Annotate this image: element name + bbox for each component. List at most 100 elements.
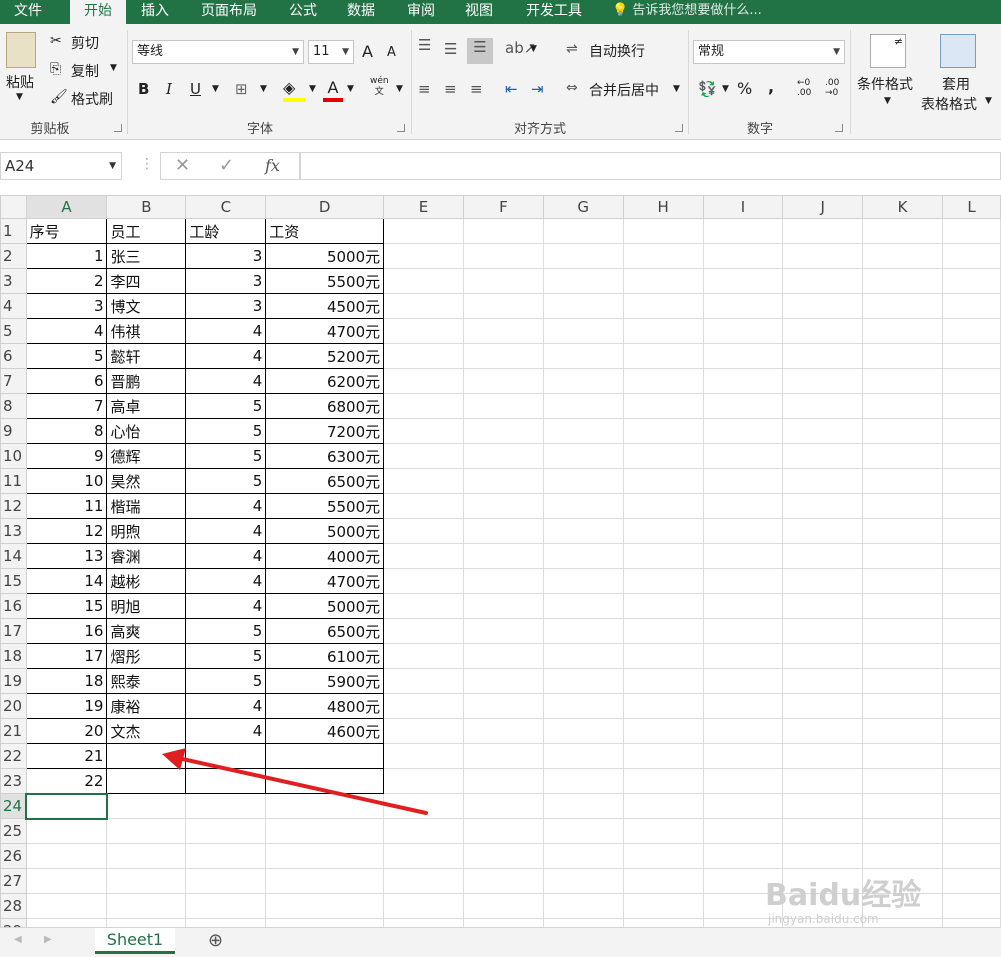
cell[interactable] xyxy=(622,368,704,394)
grow-font-button[interactable]: A xyxy=(362,42,373,61)
number-launcher-icon[interactable] xyxy=(835,124,843,132)
cell[interactable] xyxy=(622,443,704,469)
chevron-down-icon[interactable]: ▼ xyxy=(212,84,219,94)
cell[interactable] xyxy=(622,418,704,444)
cell[interactable] xyxy=(383,843,464,869)
cell[interactable] xyxy=(862,593,943,619)
cell[interactable]: 17 xyxy=(25,643,108,669)
cell[interactable]: 5 xyxy=(185,668,267,694)
cell[interactable]: 5000元 xyxy=(265,593,385,619)
cell[interactable] xyxy=(383,393,464,419)
cell[interactable] xyxy=(542,568,624,594)
cell[interactable]: 10 xyxy=(25,468,108,494)
cell[interactable] xyxy=(782,243,864,269)
cell[interactable]: 6500元 xyxy=(265,468,385,494)
cell[interactable] xyxy=(782,793,864,819)
cell[interactable] xyxy=(542,368,624,394)
cell[interactable] xyxy=(942,693,1001,719)
name-box[interactable]: A24 ▼ xyxy=(0,152,122,180)
row-header[interactable]: 2 xyxy=(0,243,27,269)
cell[interactable]: 4 xyxy=(185,493,267,519)
cell[interactable] xyxy=(702,768,784,794)
table-format-button[interactable]: 表格格式 xyxy=(921,94,977,114)
cell[interactable]: 工资 xyxy=(265,218,385,244)
cell[interactable] xyxy=(462,518,544,544)
font-color-button[interactable]: A xyxy=(323,78,343,102)
cell[interactable]: 5 xyxy=(185,643,267,669)
cell[interactable] xyxy=(622,718,704,744)
cell[interactable] xyxy=(942,268,1001,294)
cell[interactable] xyxy=(782,468,864,494)
cell[interactable] xyxy=(622,768,704,794)
cell[interactable] xyxy=(383,543,464,569)
cell[interactable] xyxy=(622,343,704,369)
cell[interactable] xyxy=(462,618,544,644)
cell[interactable]: 7200元 xyxy=(265,418,385,444)
cell[interactable] xyxy=(862,293,943,319)
select-all-corner[interactable] xyxy=(0,195,27,219)
cell[interactable]: 4800元 xyxy=(265,693,385,719)
cell[interactable] xyxy=(942,518,1001,544)
cell[interactable] xyxy=(106,918,187,927)
cell[interactable] xyxy=(383,918,464,927)
cell[interactable]: 明煦 xyxy=(106,518,187,544)
cell[interactable] xyxy=(462,868,544,894)
column-header-j[interactable]: J xyxy=(782,195,864,219)
cell[interactable]: 越彬 xyxy=(106,568,187,594)
cell[interactable] xyxy=(942,718,1001,744)
cell[interactable]: 4700元 xyxy=(265,568,385,594)
cell[interactable]: 5000元 xyxy=(265,518,385,544)
cell[interactable]: 2 xyxy=(25,268,108,294)
cell[interactable] xyxy=(782,443,864,469)
align-center-icon[interactable]: ≡ xyxy=(444,80,457,98)
row-header[interactable]: 5 xyxy=(0,318,27,344)
cell[interactable] xyxy=(622,543,704,569)
cancel-icon[interactable]: ✕ xyxy=(175,155,190,176)
cell[interactable] xyxy=(862,618,943,644)
cell[interactable] xyxy=(462,468,544,494)
cell[interactable] xyxy=(622,843,704,869)
cell[interactable] xyxy=(542,243,624,269)
cell[interactable] xyxy=(782,568,864,594)
cell[interactable]: 14 xyxy=(25,568,108,594)
cell[interactable] xyxy=(542,218,624,244)
cell[interactable] xyxy=(462,643,544,669)
cell[interactable]: 6500元 xyxy=(265,618,385,644)
cell[interactable] xyxy=(462,843,544,869)
cell[interactable] xyxy=(383,443,464,469)
cell[interactable] xyxy=(702,243,784,269)
cell[interactable] xyxy=(782,643,864,669)
cell[interactable] xyxy=(622,293,704,319)
cell[interactable] xyxy=(942,743,1001,769)
cell[interactable] xyxy=(862,218,943,244)
cell[interactable] xyxy=(383,893,464,919)
cell[interactable]: 4700元 xyxy=(265,318,385,344)
cell[interactable] xyxy=(702,268,784,294)
column-header-l[interactable]: L xyxy=(942,195,1001,219)
cell[interactable] xyxy=(622,743,704,769)
row-header[interactable]: 9 xyxy=(0,418,27,444)
cell[interactable]: 9 xyxy=(25,443,108,469)
cell[interactable] xyxy=(265,918,385,927)
cell[interactable] xyxy=(383,418,464,444)
chevron-down-icon[interactable]: ▼ xyxy=(396,84,403,94)
cell[interactable]: 18 xyxy=(25,668,108,694)
shrink-font-button[interactable]: A xyxy=(387,45,396,60)
cell[interactable] xyxy=(542,693,624,719)
cell[interactable] xyxy=(622,668,704,694)
copy-dropdown-icon[interactable]: ▼ xyxy=(110,63,117,73)
cell[interactable] xyxy=(462,268,544,294)
cell[interactable] xyxy=(383,268,464,294)
align-left-icon[interactable]: ≡ xyxy=(418,80,431,98)
cell[interactable] xyxy=(702,493,784,519)
column-header-f[interactable]: F xyxy=(462,195,544,219)
cell[interactable]: 3 xyxy=(185,268,267,294)
cell[interactable]: 4 xyxy=(25,318,108,344)
currency-icon[interactable]: 💱 xyxy=(698,80,717,98)
cell[interactable] xyxy=(542,618,624,644)
bold-button[interactable]: B xyxy=(138,80,149,98)
cell[interactable] xyxy=(462,918,544,927)
cell[interactable]: 5000元 xyxy=(265,243,385,269)
cell[interactable] xyxy=(942,868,1001,894)
cell[interactable]: 心怡 xyxy=(106,418,187,444)
